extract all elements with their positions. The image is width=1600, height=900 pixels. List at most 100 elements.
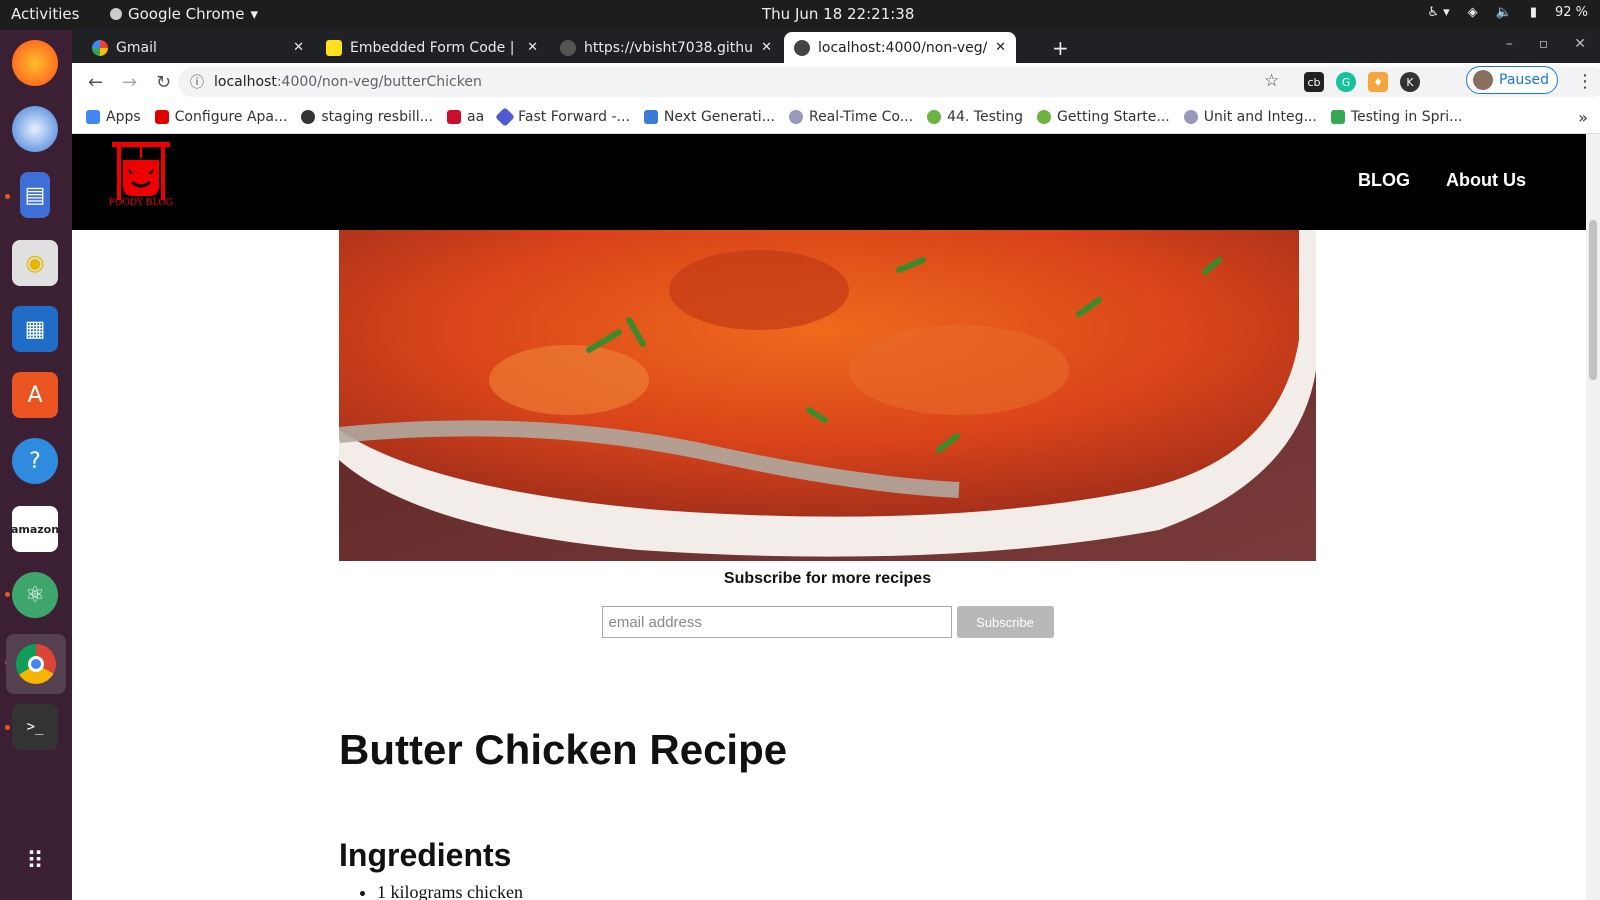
close-tab-icon[interactable]: ✕ xyxy=(293,40,304,55)
terminal-icon[interactable]: >_ xyxy=(12,704,58,750)
bookmark-item[interactable]: Next Generati... xyxy=(643,109,775,125)
chrome-icon xyxy=(110,8,122,20)
nav-blog-link[interactable]: BLOG xyxy=(1358,170,1410,191)
bookmarks-bar: Apps Configure Apa... staging resbill...… xyxy=(72,101,1600,134)
tab-mailchimp[interactable]: Embedded Form Code | M ✕ xyxy=(316,32,548,63)
avatar xyxy=(1473,70,1493,90)
site-nav: BLOG About Us xyxy=(1358,170,1526,191)
rhythmbox-icon[interactable]: ◉ xyxy=(12,240,58,286)
subscribe-button[interactable]: Subscribe xyxy=(956,606,1054,638)
spring-icon xyxy=(927,110,942,124)
scrollbar-thumb[interactable] xyxy=(1589,220,1597,380)
bookmark-item[interactable]: aa xyxy=(446,109,484,125)
maximize-icon[interactable]: ▫ xyxy=(1539,36,1549,52)
butter-chicken-photo xyxy=(339,230,1316,561)
github-icon xyxy=(560,39,576,56)
help-icon[interactable]: ? xyxy=(12,438,58,484)
menu-icon[interactable]: ⋮ xyxy=(1576,71,1594,92)
bookmark-item[interactable]: staging resbill... xyxy=(301,109,433,125)
chrome-dock-icon[interactable] xyxy=(6,634,66,694)
site-info-icon[interactable]: ⓘ xyxy=(190,72,204,92)
nav-about-link[interactable]: About Us xyxy=(1446,170,1526,191)
bookmark-item[interactable]: Fast Forward -... xyxy=(495,107,630,127)
apps-grid-icon xyxy=(86,110,100,124)
app-menu[interactable]: Google Chrome ▾ xyxy=(110,5,258,23)
battery-icon: ▮ xyxy=(1529,5,1537,20)
window-controls: – ▫ ✕ xyxy=(1506,36,1586,52)
files-icon[interactable]: ▤ xyxy=(20,172,50,218)
wifi-icon: ◈ xyxy=(1467,5,1478,20)
tab-gmail[interactable]: Gmail ✕ xyxy=(82,32,314,63)
page-content: FOODY BLOG BLOG About Us Subscribe for m… xyxy=(72,134,1586,900)
tab-github[interactable]: https://vbisht7038.github ✕ xyxy=(550,32,782,63)
back-icon[interactable]: ← xyxy=(88,72,106,93)
extension-icon[interactable]: ♦ xyxy=(1368,72,1388,92)
system-top-bar: Activities Google Chrome ▾ Thu Jun 18 22… xyxy=(0,0,1600,30)
bookmark-item[interactable]: Real-Time Co... xyxy=(788,109,913,125)
new-tab-button[interactable]: + xyxy=(1052,36,1069,60)
software-center-icon[interactable]: A xyxy=(12,372,58,418)
logo-text: FOODY BLOG xyxy=(108,198,174,208)
bookmark-star-icon[interactable]: ☆ xyxy=(1264,71,1279,91)
recipe-title: Butter Chicken Recipe xyxy=(339,726,788,773)
list-item: 1 kilograms chicken xyxy=(377,882,523,900)
globe-icon xyxy=(1183,110,1198,124)
running-indicator xyxy=(5,592,10,597)
reload-icon[interactable]: ↻ xyxy=(156,72,174,93)
more-bookmarks-icon[interactable]: » xyxy=(1578,108,1588,127)
page-scrollbar[interactable] xyxy=(1586,134,1600,900)
amazon-icon[interactable]: amazon xyxy=(11,506,59,552)
mailchimp-icon xyxy=(326,39,342,56)
site-icon xyxy=(301,110,316,124)
battery-percent: 92 % xyxy=(1554,5,1588,20)
profile-button[interactable]: Paused xyxy=(1466,66,1558,94)
email-input[interactable] xyxy=(601,606,952,638)
site-header: FOODY BLOG BLOG About Us xyxy=(72,134,1586,230)
google-icon xyxy=(92,39,108,56)
activities-button[interactable]: Activities xyxy=(11,5,79,23)
bookmark-icon xyxy=(1330,110,1345,124)
chevron-down-icon: ▾ xyxy=(250,5,259,23)
site-logo[interactable]: FOODY BLOG xyxy=(108,140,174,210)
youtube-icon xyxy=(154,110,169,124)
hero-image xyxy=(339,230,1316,561)
atom-icon[interactable]: ⚛ xyxy=(12,572,58,618)
writer-icon[interactable]: ▦ xyxy=(12,306,58,352)
browser-window: Gmail ✕ Embedded Form Code | M ✕ https:/… xyxy=(72,30,1600,134)
bookmark-item[interactable]: 44. Testing xyxy=(927,109,1023,125)
extension-cb-icon[interactable]: cb xyxy=(1304,72,1324,92)
tab-strip: Gmail ✕ Embedded Form Code | M ✕ https:/… xyxy=(72,30,1600,63)
volume-icon: 🔈 xyxy=(1495,5,1512,20)
bookmark-apps[interactable]: Apps xyxy=(86,109,141,125)
thunderbird-icon[interactable] xyxy=(12,106,58,152)
minimize-icon[interactable]: – xyxy=(1506,36,1513,52)
close-tab-icon[interactable]: ✕ xyxy=(527,40,538,55)
system-tray[interactable]: ♿ ▾ ◈ 🔈 ▮ 92 % xyxy=(1427,5,1588,20)
redis-icon xyxy=(446,110,461,124)
diamond-icon xyxy=(495,107,516,127)
spring-icon xyxy=(1037,110,1052,124)
close-tab-icon[interactable]: ✕ xyxy=(761,40,772,55)
subscribe-heading: Subscribe for more recipes xyxy=(723,570,932,587)
grammarly-icon[interactable]: G xyxy=(1336,72,1356,92)
bookmark-item[interactable]: Getting Starte... xyxy=(1037,109,1170,125)
subscribe-form: Subscribe xyxy=(339,606,1316,638)
show-apps-icon[interactable]: ⠿ xyxy=(12,838,58,884)
extension-k-icon[interactable]: K xyxy=(1400,72,1420,92)
bookmark-item[interactable]: Testing in Spri... xyxy=(1330,109,1462,125)
close-tab-icon[interactable]: ✕ xyxy=(995,40,1006,55)
tab-localhost[interactable]: localhost:4000/non-veg/b ✕ xyxy=(784,32,1016,63)
running-indicator xyxy=(5,725,10,730)
globe-icon xyxy=(794,39,810,56)
forward-icon[interactable]: → xyxy=(122,72,140,93)
running-indicator xyxy=(5,194,10,199)
accessibility-icon[interactable]: ♿ ▾ xyxy=(1427,5,1449,20)
firefox-icon[interactable] xyxy=(12,40,58,86)
bookmark-item[interactable]: Configure Apa... xyxy=(154,109,287,125)
bookmark-item[interactable]: Unit and Integ... xyxy=(1183,109,1317,125)
clock[interactable]: Thu Jun 18 22:21:38 xyxy=(762,5,914,23)
subscribe-section: Subscribe for more recipes Subscribe xyxy=(339,570,1316,638)
dock: ▤ ◉ ▦ A ? amazon ⚛ >_ ⠿ xyxy=(0,30,72,900)
close-window-icon[interactable]: ✕ xyxy=(1574,36,1586,52)
globe-icon xyxy=(788,110,803,124)
